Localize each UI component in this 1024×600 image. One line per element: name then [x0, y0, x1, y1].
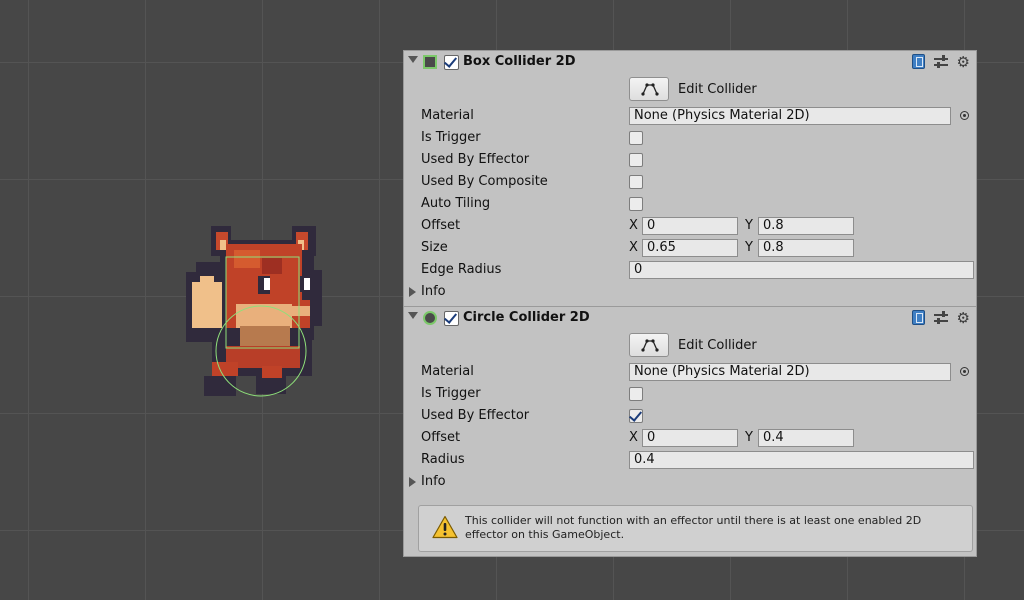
offset-x-label: X	[629, 430, 638, 445]
warning-text: This collider will not function with an …	[465, 514, 922, 541]
edit-shape-icon	[641, 339, 659, 352]
foldout-arrow-icon[interactable]	[408, 56, 418, 63]
used-by-composite-label: Used By Composite	[421, 174, 548, 189]
help-book-icon[interactable]	[911, 54, 925, 69]
is-trigger-checkbox[interactable]	[629, 387, 643, 401]
edge-radius-field[interactable]: 0	[629, 261, 974, 279]
offset-x-field[interactable]: 0	[642, 429, 738, 447]
is-trigger-label: Is Trigger	[421, 130, 481, 145]
checkmark-icon	[443, 54, 458, 68]
material-row: Material None (Physics Material 2D)	[404, 361, 976, 383]
used-by-composite-row: Used By Composite	[404, 171, 976, 193]
checkmark-icon	[443, 310, 458, 324]
material-field[interactable]: None (Physics Material 2D)	[629, 363, 951, 381]
gear-icon[interactable]: ⚙	[957, 310, 970, 325]
info-label: Info	[421, 284, 446, 299]
material-label: Material	[421, 108, 474, 123]
material-row: Material None (Physics Material 2D)	[404, 105, 976, 127]
info-arrow-icon[interactable]	[409, 287, 416, 297]
info-foldout[interactable]: Info	[404, 471, 976, 493]
warning-icon	[432, 515, 458, 539]
size-y-label: Y	[745, 240, 753, 255]
offset-row: Offset X 0 Y 0.8	[404, 215, 976, 237]
component-header[interactable]: Box Collider 2D ⚙	[404, 51, 976, 75]
offset-x-field[interactable]: 0	[642, 217, 738, 235]
auto-tiling-checkbox[interactable]	[629, 197, 643, 211]
help-book-icon[interactable]	[911, 310, 925, 325]
offset-y-field[interactable]: 0.4	[758, 429, 854, 447]
size-row: Size X 0.65 Y 0.8	[404, 237, 976, 259]
effector-warning-helpbox: This collider will not function with an …	[418, 505, 973, 552]
preset-sliders-icon[interactable]	[933, 54, 948, 69]
circle-collider-2d-component: Circle Collider 2D ⚙ Edit Collider Mater…	[404, 307, 976, 493]
used-by-effector-label: Used By Effector	[421, 152, 530, 167]
info-foldout[interactable]: Info	[404, 281, 976, 303]
offset-x-label: X	[629, 218, 638, 233]
offset-row: Offset X 0 Y 0.4	[404, 427, 976, 449]
size-x-label: X	[629, 240, 638, 255]
offset-y-field[interactable]: 0.8	[758, 217, 854, 235]
radius-row: Radius 0.4	[404, 449, 976, 471]
box-collider-2d-component: Box Collider 2D ⚙ Edit Collider Material…	[404, 51, 976, 307]
radius-label: Radius	[421, 452, 465, 467]
edit-shape-icon	[641, 83, 659, 96]
offset-y-label: Y	[745, 218, 753, 233]
used-by-effector-checkbox[interactable]	[628, 408, 643, 423]
edit-collider-label: Edit Collider	[678, 82, 757, 97]
checkmark-icon	[628, 408, 643, 422]
edit-collider-button[interactable]	[629, 77, 669, 101]
size-y-field[interactable]: 0.8	[758, 239, 854, 257]
component-enabled-checkbox[interactable]	[443, 310, 459, 326]
box-collider-icon	[423, 55, 437, 69]
radius-field[interactable]: 0.4	[629, 451, 974, 469]
foldout-arrow-icon[interactable]	[408, 312, 418, 319]
edge-radius-row: Edge Radius 0	[404, 259, 976, 281]
object-picker-icon[interactable]	[960, 367, 969, 376]
component-enabled-checkbox[interactable]	[443, 54, 459, 70]
is-trigger-checkbox[interactable]	[629, 131, 643, 145]
component-title: Circle Collider 2D	[463, 310, 590, 325]
auto-tiling-row: Auto Tiling	[404, 193, 976, 215]
used-by-effector-label: Used By Effector	[421, 408, 530, 423]
used-by-effector-row: Used By Effector	[404, 149, 976, 171]
size-label: Size	[421, 240, 448, 255]
circle-collider-icon	[423, 311, 437, 325]
component-header[interactable]: Circle Collider 2D ⚙	[404, 307, 976, 331]
material-label: Material	[421, 364, 474, 379]
inspector-panel: Box Collider 2D ⚙ Edit Collider Material…	[403, 50, 977, 557]
edit-collider-label: Edit Collider	[678, 338, 757, 353]
used-by-composite-checkbox[interactable]	[629, 175, 643, 189]
offset-label: Offset	[421, 218, 461, 233]
edge-radius-label: Edge Radius	[421, 262, 502, 277]
is-trigger-row: Is Trigger	[404, 383, 976, 405]
component-title: Box Collider 2D	[463, 54, 576, 69]
is-trigger-label: Is Trigger	[421, 386, 481, 401]
object-picker-icon[interactable]	[960, 111, 969, 120]
material-field[interactable]: None (Physics Material 2D)	[629, 107, 951, 125]
gear-icon[interactable]: ⚙	[957, 54, 970, 69]
offset-y-label: Y	[745, 430, 753, 445]
info-arrow-icon[interactable]	[409, 477, 416, 487]
edit-collider-button[interactable]	[629, 333, 669, 357]
preset-sliders-icon[interactable]	[933, 310, 948, 325]
offset-label: Offset	[421, 430, 461, 445]
size-x-field[interactable]: 0.65	[642, 239, 738, 257]
auto-tiling-label: Auto Tiling	[421, 196, 491, 211]
info-label: Info	[421, 474, 446, 489]
is-trigger-row: Is Trigger	[404, 127, 976, 149]
used-by-effector-checkbox[interactable]	[629, 153, 643, 167]
used-by-effector-row: Used By Effector	[404, 405, 976, 427]
